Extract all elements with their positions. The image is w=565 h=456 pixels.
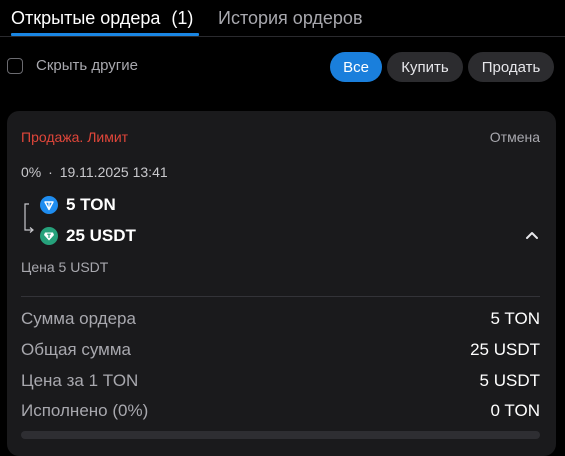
ton-coin-icon [40, 196, 58, 214]
order-price-line: Цена 5 USDT [21, 259, 109, 275]
from-asset-row: 5 TON [40, 195, 116, 215]
detail-filled: Исполнено (0%) 0 TON [21, 401, 540, 421]
from-amount: 5 TON [66, 195, 116, 214]
detail-label: Цена за 1 TON [21, 371, 139, 390]
usdt-coin-icon [40, 227, 58, 245]
detail-value: 5 USDT [479, 371, 540, 390]
detail-label: Общая сумма [21, 340, 131, 359]
order-datetime: 19.11.2025 13:41 [59, 164, 168, 180]
tab-open-orders-label: Открытые ордера [11, 8, 161, 28]
active-tab-indicator [11, 33, 199, 36]
detail-value: 0 TON [490, 401, 540, 420]
fill-percent: 0% [21, 164, 42, 180]
filter-sell-button[interactable]: Продать [468, 52, 554, 82]
order-meta: 0% · 19.11.2025 13:41 [21, 164, 168, 180]
detail-value: 25 USDT [470, 340, 540, 359]
tab-open-orders-count: (1) [171, 8, 194, 28]
hide-others-toggle[interactable]: Скрыть другие [7, 57, 138, 74]
cancel-order-button[interactable]: Отмена [490, 129, 540, 145]
detail-unit-price: Цена за 1 TON 5 USDT [21, 371, 540, 391]
detail-total: Общая сумма 25 USDT [21, 340, 540, 360]
order-type-label: Продажа. Лимит [21, 129, 129, 145]
to-amount: 25 USDT [66, 226, 136, 245]
tab-order-history[interactable]: История ордеров [218, 8, 363, 29]
filter-all-button[interactable]: Все [330, 52, 382, 82]
detail-label: Сумма ордера [21, 309, 136, 328]
tab-open-orders[interactable]: Открытые ордера (1) [11, 8, 193, 29]
detail-label: Исполнено (0%) [21, 401, 149, 420]
detail-value: 5 TON [490, 309, 540, 328]
detail-order-amount: Сумма ордера 5 TON [21, 309, 540, 329]
arrow-bracket-icon [24, 203, 34, 233]
filter-buy-button[interactable]: Купить [387, 52, 463, 82]
card-divider [21, 296, 540, 297]
hide-others-label: Скрыть другие [36, 57, 138, 74]
chevron-up-icon[interactable] [524, 227, 540, 243]
hide-others-checkbox[interactable] [7, 57, 23, 74]
order-card: Продажа. Лимит Отмена 0% · 19.11.2025 13… [7, 111, 556, 456]
fill-progress-bar [21, 431, 540, 439]
order-tabs: Открытые ордера (1) История ордеров [0, 0, 565, 37]
to-asset-row: 25 USDT [40, 226, 136, 246]
meta-separator: · [48, 164, 53, 180]
